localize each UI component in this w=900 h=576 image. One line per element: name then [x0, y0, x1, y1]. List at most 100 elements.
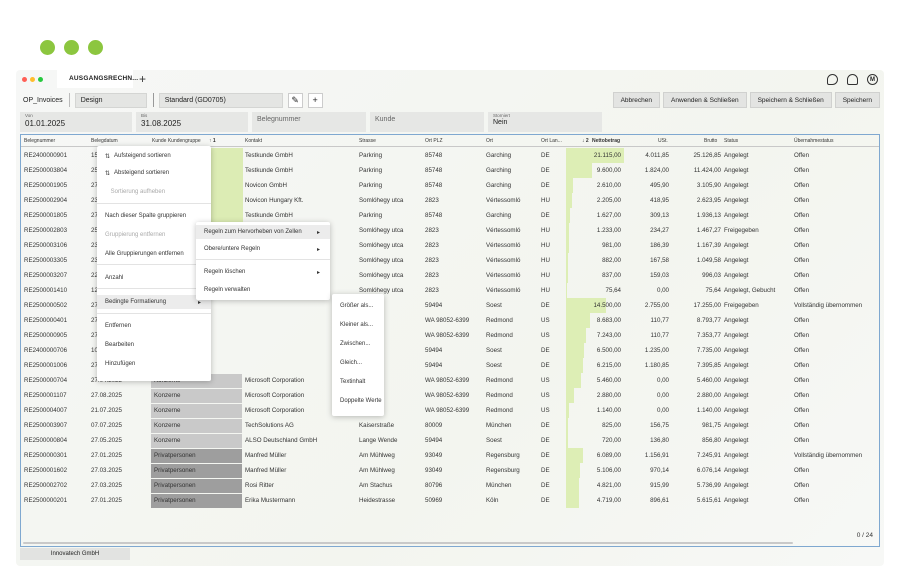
storno-filter[interactable]: Storniert Nein — [488, 112, 602, 132]
submenu-clear-rules[interactable]: Regeln löschen ▸ — [196, 265, 330, 279]
menu-edit[interactable]: Bearbeiten — [97, 338, 211, 352]
col-gross[interactable]: Brutto — [704, 138, 717, 144]
col-city[interactable]: Ort — [486, 138, 493, 144]
new-tab-button[interactable]: + — [139, 73, 146, 85]
apply-close-button[interactable]: Anwenden & Schließen — [663, 92, 747, 108]
close-window-icon[interactable] — [22, 76, 27, 82]
save-button[interactable]: Speichern — [834, 92, 880, 108]
col-status[interactable]: Status — [724, 138, 738, 144]
cell-transfer-status: Offen — [794, 212, 810, 219]
net-amount-data-bar — [566, 313, 590, 328]
edit-pencil-icon[interactable]: ✎ — [287, 92, 303, 108]
table-row[interactable]: RE2500002702 27.03.2025 Privatpersonen Rosi… — [21, 478, 879, 493]
submenu-top-bottom-rules[interactable]: Obere/untere Regeln ▸ — [196, 242, 330, 256]
cell-status: Angelegt — [724, 407, 749, 414]
rule-between[interactable]: Zwischen... — [332, 337, 384, 351]
menu-conditional-formatting[interactable]: Bedingte Formatierung ▸ — [97, 295, 211, 309]
menu-sort-asc[interactable]: ⇅ Aufsteigend sortieren — [97, 149, 211, 163]
cell-net: 7.243,00 — [596, 332, 621, 339]
col-vat[interactable]: USt. — [658, 138, 668, 144]
col-doc-number[interactable]: Belegnummer — [24, 138, 55, 144]
table-row[interactable]: RE2500000201 27.01.2025 Privatpersonen Erik… — [21, 493, 879, 508]
cell-doc: RE2500003305 — [24, 257, 68, 264]
tab-invoices[interactable]: AUSGANGSRECHN... — [57, 70, 138, 88]
rule-text-contains[interactable]: Textinhalt — [332, 375, 384, 389]
col-transfer-status[interactable]: Übernahmestatus — [794, 138, 833, 144]
cell-gross: 25.126,85 — [693, 152, 721, 159]
net-amount-data-bar — [566, 268, 568, 283]
net-amount-data-bar — [566, 433, 568, 448]
cell-city: Vértessomló — [486, 272, 521, 279]
table-row[interactable]: RE2500000301 27.01.2025 Privatpersonen Manf… — [21, 448, 879, 463]
rule-duplicate-values[interactable]: Doppelte Werte — [332, 394, 384, 408]
menu-count[interactable]: Anzahl — [97, 271, 211, 285]
col-zip[interactable]: Ort PLZ — [425, 138, 443, 144]
cell-country: DE — [541, 152, 550, 159]
doc-number-filter[interactable]: Belegnummer — [252, 112, 366, 132]
col-contact[interactable]: Kontakt — [245, 138, 262, 144]
table-row[interactable]: RE2500001107 27.08.2025 Konzerne Microsoft … — [21, 388, 879, 403]
menu-remove[interactable]: Entfernen — [97, 319, 211, 333]
menu-separator — [196, 259, 330, 260]
cell-zip: 2823 — [425, 242, 439, 249]
net-amount-data-bar — [566, 493, 579, 508]
sort-asc-icon: ⇅ — [105, 153, 111, 160]
from-date-field[interactable]: Von 01.01.2025 — [20, 112, 132, 132]
menu-group-by[interactable]: Nach dieser Spalte gruppieren — [97, 209, 211, 223]
rule-greater-than[interactable]: Größer als... — [332, 299, 384, 313]
toolbar-actions: Abbrechen Anwenden & Schließen Speichern… — [612, 92, 880, 108]
cell-city: Redmond — [486, 407, 513, 414]
cell-doc: RE2500000804 — [24, 437, 68, 444]
standard-select[interactable]: Standard (GD0705) — [158, 92, 283, 108]
cell-contact: Microsoft Corporation — [245, 407, 305, 414]
cell-city: Köln — [486, 497, 499, 504]
cell-street: Somlóhegy utca — [359, 287, 404, 294]
cell-transfer-status: Vollständig übernommen — [794, 452, 863, 459]
chat-icon[interactable] — [827, 74, 838, 85]
cell-status: Angelegt — [724, 452, 749, 459]
cell-street: Somlóhegy utca — [359, 257, 404, 264]
table-row[interactable]: RE2500001602 27.03.2025 Privatpersonen Manf… — [21, 463, 879, 478]
rule-less-than[interactable]: Kleiner als... — [332, 318, 384, 332]
submenu-highlight-rules[interactable]: Regeln zum Hervorheben von Zellen ▸ — [196, 225, 330, 239]
cell-vat: 915,99 — [650, 482, 669, 489]
save-close-button[interactable]: Speichern & Schließen — [749, 92, 832, 108]
cell-gross: 1.936,13 — [696, 212, 721, 219]
horizontal-scrollbar[interactable] — [23, 542, 793, 544]
cell-city: Redmond — [486, 377, 513, 384]
cell-gross: 1.467,27 — [696, 227, 721, 234]
customer-filter[interactable]: Kunde — [370, 112, 484, 132]
cell-status: Angelegt — [724, 437, 749, 444]
cell-doc: RE2500003804 — [24, 167, 68, 174]
col-date[interactable]: Belegdatum — [91, 138, 118, 144]
cell-contact: Rosi Ritter — [245, 482, 274, 489]
col-net[interactable]: Nettobetrag — [592, 138, 620, 144]
cell-country: DE — [541, 467, 550, 474]
user-icon[interactable]: M — [867, 74, 878, 85]
net-amount-data-bar — [566, 223, 569, 238]
table-row[interactable]: RE2500003907 07.07.2025 Konzerne TechSoluti… — [21, 418, 879, 433]
cell-city: Regensburg — [486, 467, 520, 474]
cell-country: US — [541, 407, 550, 414]
cell-net: 6.215,00 — [596, 362, 621, 369]
bell-icon[interactable] — [847, 74, 858, 85]
submenu-manage-rules[interactable]: Regeln verwalten — [196, 283, 330, 297]
cell-status: Angelegt — [724, 497, 749, 504]
menu-sort-desc[interactable]: ⇅ Absteigend sortieren — [97, 166, 211, 180]
to-date-field[interactable]: Bis 31.08.2025 — [136, 112, 248, 132]
add-layout-button[interactable]: + — [307, 92, 323, 108]
rule-equal[interactable]: Gleich... — [332, 356, 384, 370]
menu-ungroup-all[interactable]: Alle Gruppierungen entfernen — [97, 247, 211, 261]
design-select[interactable]: Design — [74, 92, 147, 108]
maximize-window-icon[interactable] — [38, 76, 43, 82]
cell-country: HU — [541, 272, 550, 279]
col-customer-group[interactable]: Kunde Kundengruppe — [152, 138, 201, 144]
table-row[interactable]: RE2500004007 21.07.2025 Konzerne Microsoft … — [21, 403, 879, 418]
table-row[interactable]: RE2500000804 27.05.2025 Konzerne ALSO Deuts… — [21, 433, 879, 448]
minimize-window-icon[interactable] — [30, 76, 35, 82]
cancel-button[interactable]: Abbrechen — [612, 92, 661, 108]
company-tab[interactable]: Innovatech GmbH — [20, 548, 130, 560]
col-country[interactable]: Ort Lan... — [541, 138, 562, 144]
menu-add[interactable]: Hinzufügen — [97, 357, 211, 371]
col-street[interactable]: Strasse — [359, 138, 376, 144]
